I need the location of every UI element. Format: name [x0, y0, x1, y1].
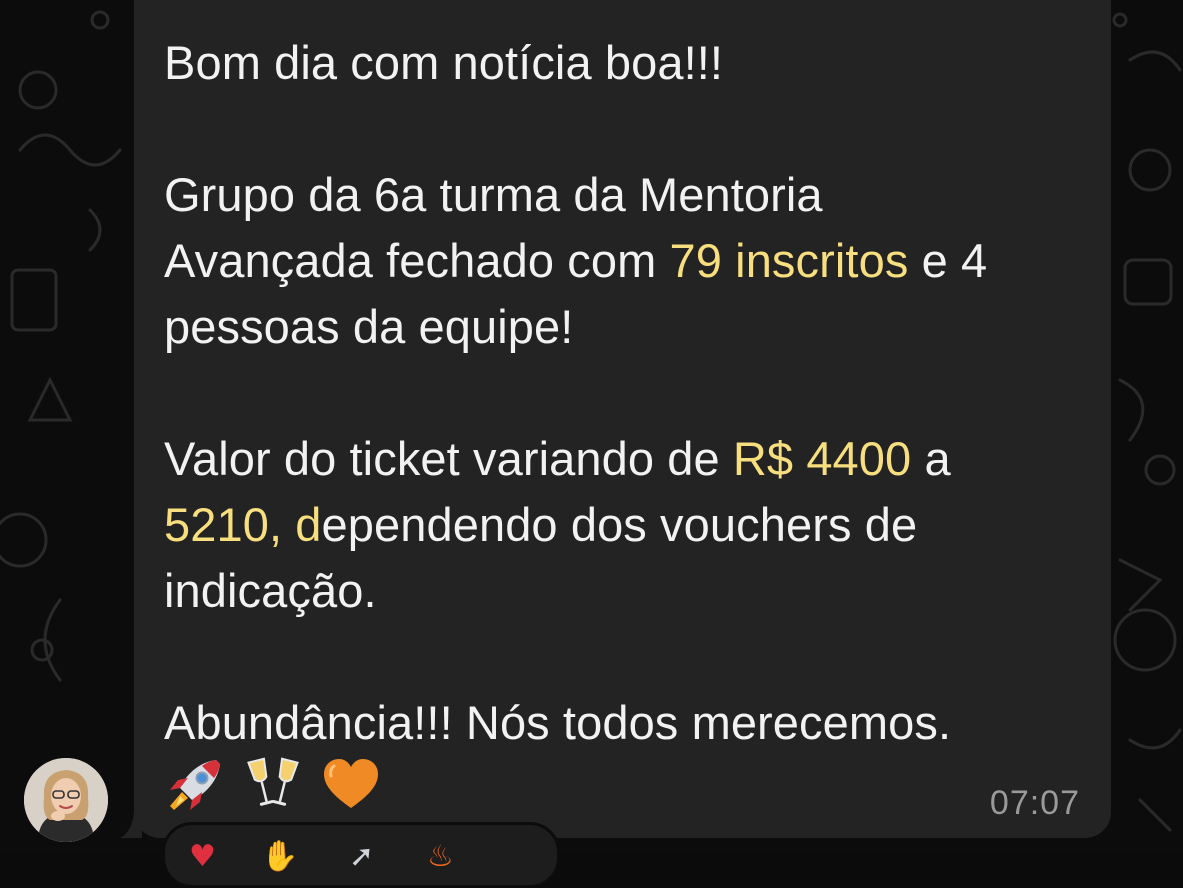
- message-text: Bom dia com notícia boa!!! Grupo da 6a t…: [164, 30, 1084, 756]
- message-line: Valor do ticket variando de R$ 4400 a: [164, 426, 1084, 492]
- message-line: indicação.: [164, 558, 1084, 624]
- message-line-text: ependendo dos vouchers de: [321, 498, 918, 551]
- message-timestamp: 07:07: [989, 784, 1080, 822]
- message-line-text: Bom dia com notícia boa!!!: [164, 36, 724, 89]
- message-line-text: indicação.: [164, 564, 377, 617]
- message-line: pessoas da equipe!: [164, 294, 1084, 360]
- reactions-bar[interactable]: ♥ ✋ ➚ ♨: [162, 822, 560, 888]
- clapping-icon[interactable]: ✋: [261, 839, 298, 874]
- message-line-text: Avançada fechado com: [164, 234, 670, 287]
- message-line: 5210, dependendo dos vouchers de: [164, 492, 1084, 558]
- fire-icon[interactable]: ♨: [427, 839, 454, 874]
- message-line-text: pessoas da equipe!: [164, 300, 574, 353]
- orange-heart-emoji: [324, 759, 378, 808]
- message-line-text: Abundância!!! Nós todos merecemos.: [164, 696, 952, 749]
- message-line: Grupo da 6a turma da Mentoria: [164, 162, 1084, 228]
- heart-icon[interactable]: ♥: [189, 839, 216, 874]
- highlighted-text[interactable]: R$ 4400: [733, 432, 911, 485]
- sender-avatar[interactable]: [24, 758, 108, 842]
- message-line-text: a: [911, 432, 951, 485]
- highlighted-text[interactable]: 79 inscritos: [670, 234, 909, 287]
- rocket-emoji: [170, 760, 220, 810]
- message-line: Abundância!!! Nós todos merecemos.: [164, 690, 1084, 756]
- message-line-text: Valor do ticket variando de: [164, 432, 733, 485]
- clinking-glasses-emoji: [247, 757, 299, 806]
- avatar-image: [24, 758, 108, 842]
- message-line: Avançada fechado com 79 inscritos e 4: [164, 228, 1084, 294]
- message-line-text: e 4: [908, 234, 988, 287]
- rocket-icon[interactable]: ➚: [349, 839, 374, 874]
- message-line-text: Grupo da 6a turma da Mentoria: [164, 168, 823, 221]
- emoji-line: [164, 752, 382, 818]
- highlighted-text[interactable]: 5210, d: [164, 498, 322, 551]
- message-line: Bom dia com notícia boa!!!: [164, 30, 1084, 96]
